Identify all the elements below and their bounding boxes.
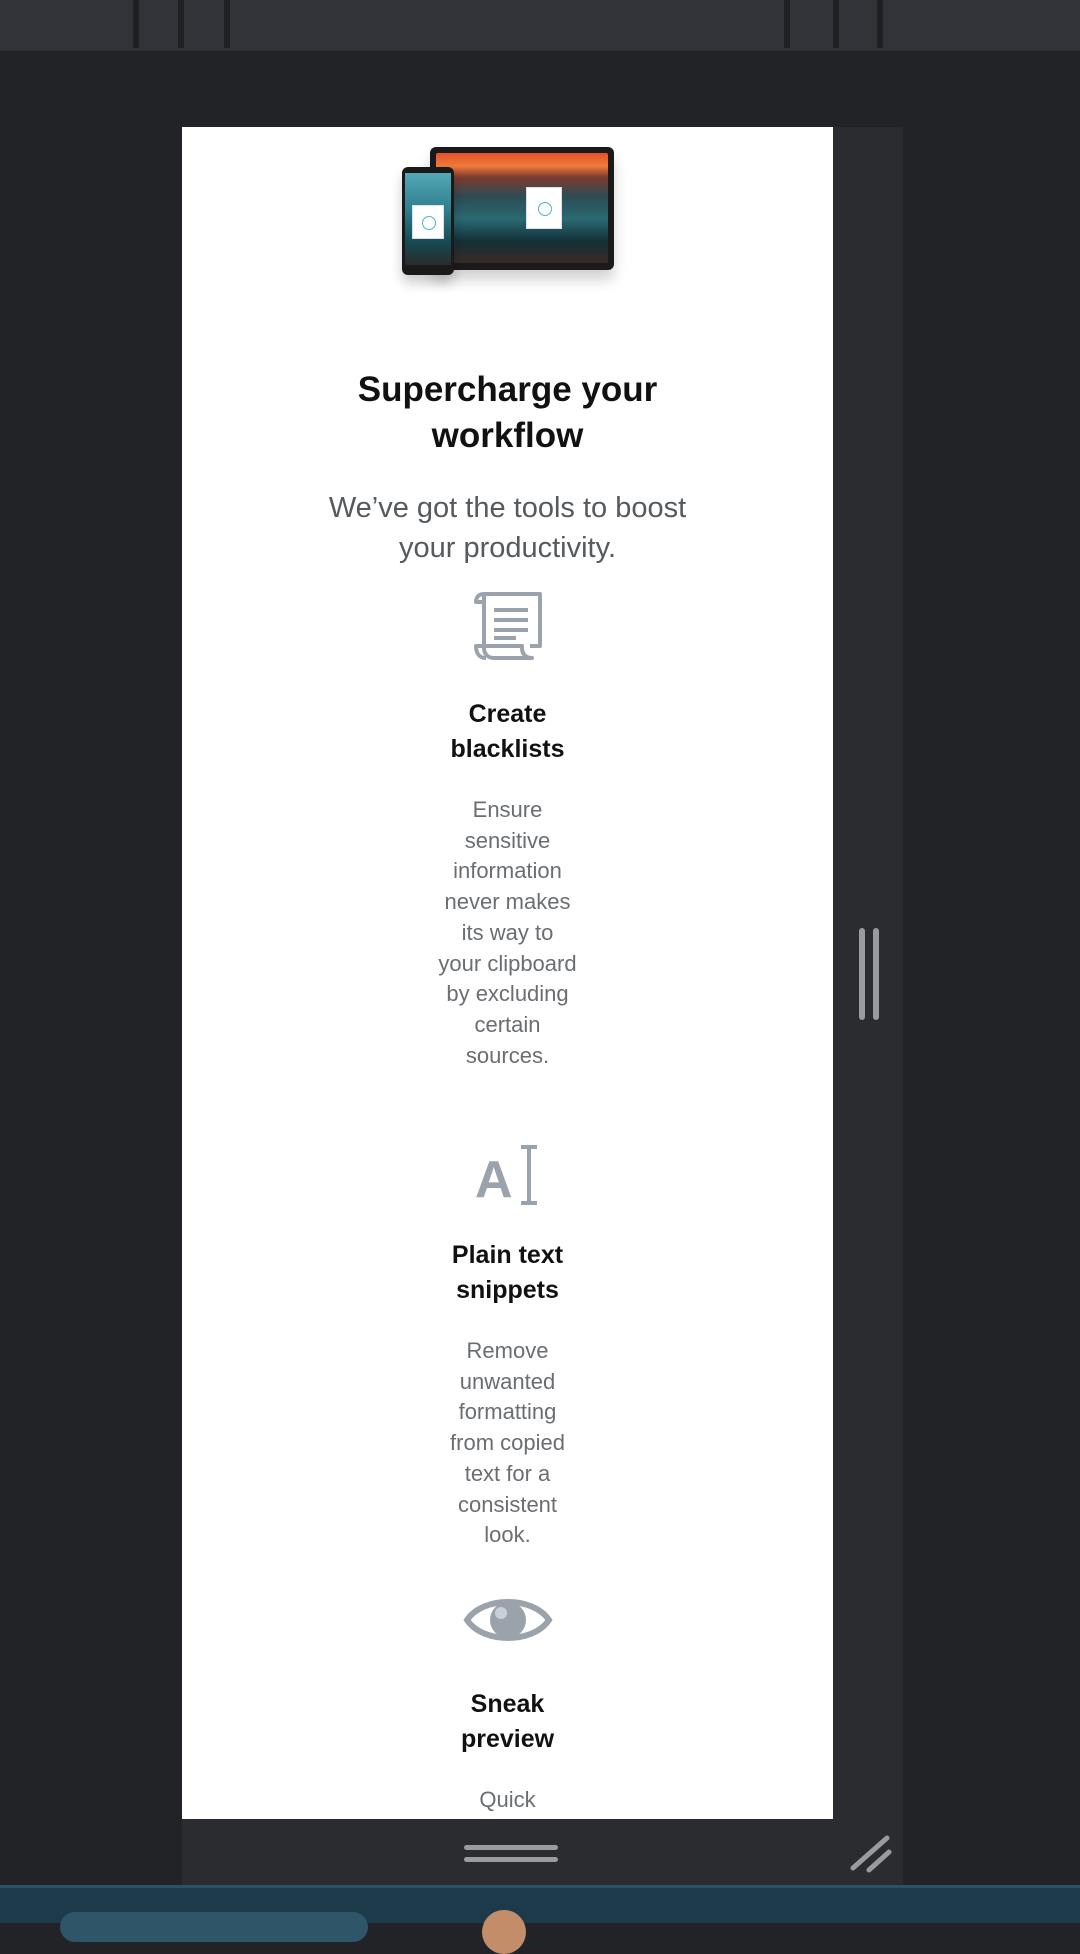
taskbar <box>0 1885 1080 1954</box>
avatar[interactable] <box>482 1910 526 1954</box>
phone-mockup <box>402 167 454 275</box>
feature-description: Quick <box>479 1787 536 1812</box>
text-cursor-icon: A <box>475 1145 537 1207</box>
horizontal-resize-handle[interactable] <box>464 1843 558 1865</box>
svg-text:A: A <box>475 1151 513 1207</box>
feature-title: Create blacklists <box>450 700 565 763</box>
toolbar-divider <box>178 0 184 48</box>
page-subtitle: We’ve got the tools to boost your produc… <box>328 492 687 564</box>
feature-description: Remove unwanted formatting from copied t… <box>450 1338 565 1548</box>
toolbar-divider <box>224 0 230 48</box>
feature-description: Ensure sensitive information never makes… <box>438 797 577 1068</box>
feature-title: Sneak preview <box>460 1690 555 1753</box>
tablet-mockup <box>430 147 614 270</box>
top-toolbar <box>0 0 1080 51</box>
resize-grip-icon[interactable] <box>847 1830 893 1876</box>
page-preview[interactable]: Supercharge your workflow We’ve got the … <box>182 127 833 1819</box>
toolbar-divider <box>833 0 839 48</box>
feature-title: Plain text snippets <box>451 1241 564 1304</box>
page-title: Supercharge your workflow <box>357 370 658 455</box>
taskbar-search-pill[interactable] <box>60 1912 368 1942</box>
vertical-resize-handle[interactable] <box>859 928 881 1020</box>
eye-icon <box>463 1599 553 1641</box>
toolbar-divider <box>133 0 139 48</box>
toolbar-divider <box>877 0 883 48</box>
scroll-document-icon <box>474 592 542 660</box>
toolbar-divider <box>784 0 790 48</box>
hero-devices-image <box>402 145 614 277</box>
